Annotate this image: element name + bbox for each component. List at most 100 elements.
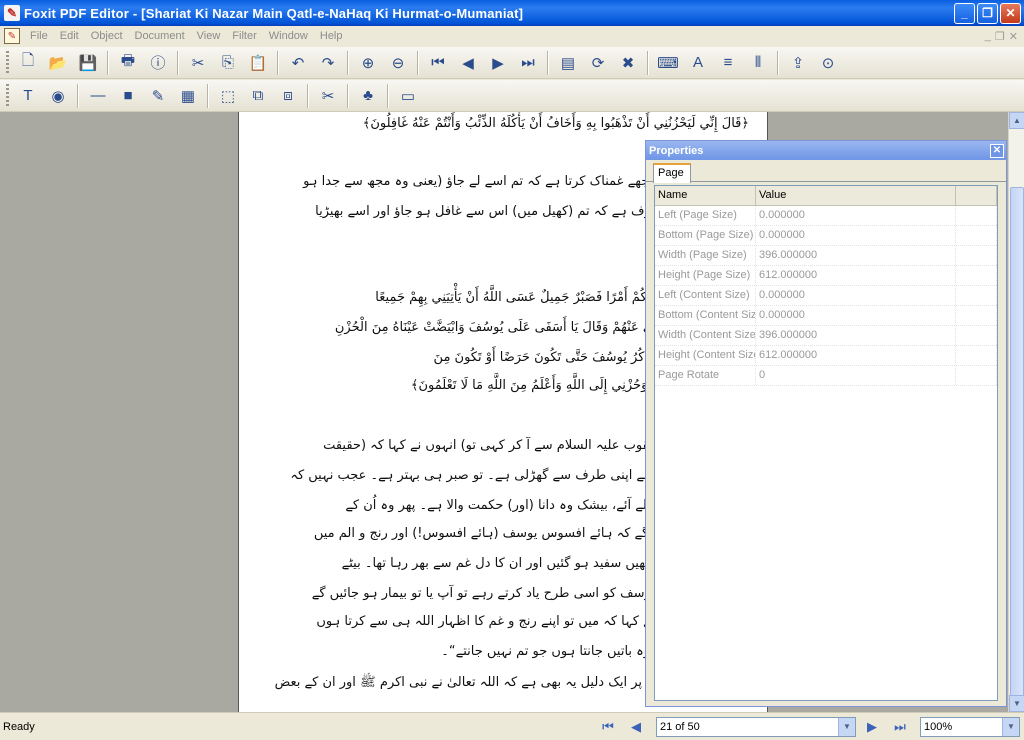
rotate-page-icon[interactable]: ⟳ (585, 50, 611, 76)
import-icon[interactable]: ⇪ (785, 50, 811, 76)
menu-help[interactable]: Help (314, 30, 349, 42)
toolbar-grip[interactable] (6, 50, 9, 75)
mdi-minimize-button[interactable]: _ (985, 30, 991, 43)
property-name: Left (Content Size) (655, 286, 756, 305)
page-dropdown-icon[interactable]: ▼ (838, 717, 855, 736)
menu-document[interactable]: Document (129, 30, 191, 42)
menu-edit[interactable]: Edit (54, 30, 85, 42)
property-value[interactable]: 0.000000 (756, 306, 956, 325)
column-header-value[interactable]: Value (756, 186, 956, 205)
last-page-icon[interactable]: ⏭ (515, 50, 541, 76)
scroll-up-icon[interactable]: ▲ (1009, 112, 1024, 129)
property-row[interactable]: Width (Page Size) 396.000000 (655, 246, 997, 266)
select-object-icon[interactable]: ⬚ (215, 83, 241, 109)
menu-view[interactable]: View (191, 30, 227, 42)
menu-window[interactable]: Window (263, 30, 314, 42)
toolbar-separator (307, 83, 309, 108)
property-row[interactable]: Left (Content Size) 0.000000 (655, 286, 997, 306)
first-page-button[interactable]: ⏮ (598, 717, 618, 737)
zoom-out-icon[interactable]: ⊖ (385, 50, 411, 76)
toolbar-separator (647, 50, 649, 75)
properties-header[interactable]: Properties ✕ (646, 141, 1006, 160)
column-header-name[interactable]: Name (655, 186, 756, 205)
property-value[interactable]: 0 (756, 366, 956, 385)
property-value[interactable]: 396.000000 (756, 246, 956, 265)
page-number-field[interactable]: 21 of 50 ▼ (656, 716, 856, 737)
properties-close-icon[interactable]: ✕ (990, 143, 1004, 158)
property-value[interactable]: 396.000000 (756, 326, 956, 345)
save-icon[interactable]: 💾 (75, 50, 101, 76)
document-icon[interactable]: ✎ (4, 28, 20, 44)
toolbar-separator (107, 50, 109, 75)
edit-image-icon[interactable]: ✎ (145, 83, 171, 109)
new-file-icon[interactable]: 🗋 (15, 50, 41, 76)
maximize-button[interactable]: ❐ (977, 2, 998, 24)
target-icon[interactable]: ⊙ (815, 50, 841, 76)
toolbar-grip[interactable] (6, 83, 9, 108)
property-row[interactable]: Bottom (Content Size) 0.000000 (655, 306, 997, 326)
crop-icon[interactable]: ✂ (315, 83, 341, 109)
menu-object[interactable]: Object (85, 30, 129, 42)
scroll-down-icon[interactable]: ▼ (1009, 695, 1024, 712)
status-ready: Ready (3, 720, 35, 733)
window-title: Foxit PDF Editor - [Shariat Ki Nazar Mai… (24, 5, 524, 21)
distribute-text-icon[interactable]: ⫴ (745, 50, 771, 76)
property-value[interactable]: 612.000000 (756, 266, 956, 285)
property-value[interactable]: 0.000000 (756, 226, 956, 245)
menu-filter[interactable]: Filter (226, 30, 262, 42)
keyboard-icon[interactable]: ⌨ (655, 50, 681, 76)
mdi-close-button[interactable]: ✕ (1009, 30, 1018, 43)
close-window-button[interactable]: ✕ (1000, 2, 1021, 24)
zoom-dropdown-icon[interactable]: ▼ (1002, 717, 1019, 736)
property-value[interactable]: 612.000000 (756, 346, 956, 365)
group-icon[interactable]: ⧉ (245, 83, 271, 109)
copy-icon[interactable]: ⎘ (215, 50, 241, 76)
last-page-button[interactable]: ⏭ (890, 717, 910, 737)
open-folder-icon[interactable]: 📂 (45, 50, 71, 76)
prev-page-icon[interactable]: ◀ (455, 50, 481, 76)
line-style-icon[interactable]: — (85, 83, 111, 109)
property-row[interactable]: Page Rotate 0 (655, 366, 997, 386)
text-box-icon[interactable]: A (685, 50, 711, 76)
zoom-field[interactable]: 100% ▼ (920, 716, 1020, 737)
fill-color-icon[interactable]: ■ (115, 83, 141, 109)
property-row[interactable]: Height (Page Size) 612.000000 (655, 266, 997, 286)
property-row[interactable]: Bottom (Page Size) 0.000000 (655, 226, 997, 246)
cut-icon[interactable]: ✂ (185, 50, 211, 76)
property-value[interactable]: 0.000000 (756, 206, 956, 225)
minimize-button[interactable]: _ (954, 2, 975, 24)
next-page-button[interactable]: ▶ (862, 717, 882, 737)
next-page-icon[interactable]: ▶ (485, 50, 511, 76)
arrange-icon[interactable]: ▭ (395, 83, 421, 109)
first-page-icon[interactable]: ⏮ (425, 50, 451, 76)
print-icon[interactable]: 🖶 (115, 50, 141, 76)
ungroup-icon[interactable]: ⧈ (275, 83, 301, 109)
page-properties-icon[interactable]: ▤ (555, 50, 581, 76)
properties-title: Properties (649, 144, 704, 157)
info-icon[interactable]: ⓘ (145, 50, 171, 76)
scroll-thumb[interactable] (1010, 187, 1024, 717)
property-row[interactable]: Height (Content Size) 612.000000 (655, 346, 997, 366)
tab-page[interactable]: Page (653, 163, 691, 183)
prev-page-button[interactable]: ◀ (626, 717, 646, 737)
property-value[interactable]: 0.000000 (756, 286, 956, 305)
property-row[interactable]: Width (Content Size) 396.000000 (655, 326, 997, 346)
menu-file[interactable]: File (24, 30, 54, 42)
toolbar-separator (777, 50, 779, 75)
property-row[interactable]: Left (Page Size) 0.000000 (655, 206, 997, 226)
redo-icon[interactable]: ↷ (315, 50, 341, 76)
undo-icon[interactable]: ↶ (285, 50, 311, 76)
delete-page-icon[interactable]: ✖ (615, 50, 641, 76)
image-properties-icon[interactable]: ▦ (175, 83, 201, 109)
paste-icon[interactable]: 📋 (245, 50, 271, 76)
property-name: Page Rotate (655, 366, 756, 385)
color-wheel-icon[interactable]: ◉ (45, 83, 71, 109)
window-titlebar[interactable]: ✎ Foxit PDF Editor - [Shariat Ki Nazar M… (0, 0, 1024, 26)
align-text-icon[interactable]: ≡ (715, 50, 741, 76)
text-tool-icon[interactable]: T (15, 83, 41, 109)
shapes-icon[interactable]: ♣ (355, 83, 381, 109)
mdi-restore-button[interactable]: ❐ (995, 30, 1005, 43)
property-name: Width (Content Size) (655, 326, 756, 345)
zoom-in-icon[interactable]: ⊕ (355, 50, 381, 76)
vertical-scrollbar[interactable]: ▲ ▼ (1008, 112, 1024, 717)
